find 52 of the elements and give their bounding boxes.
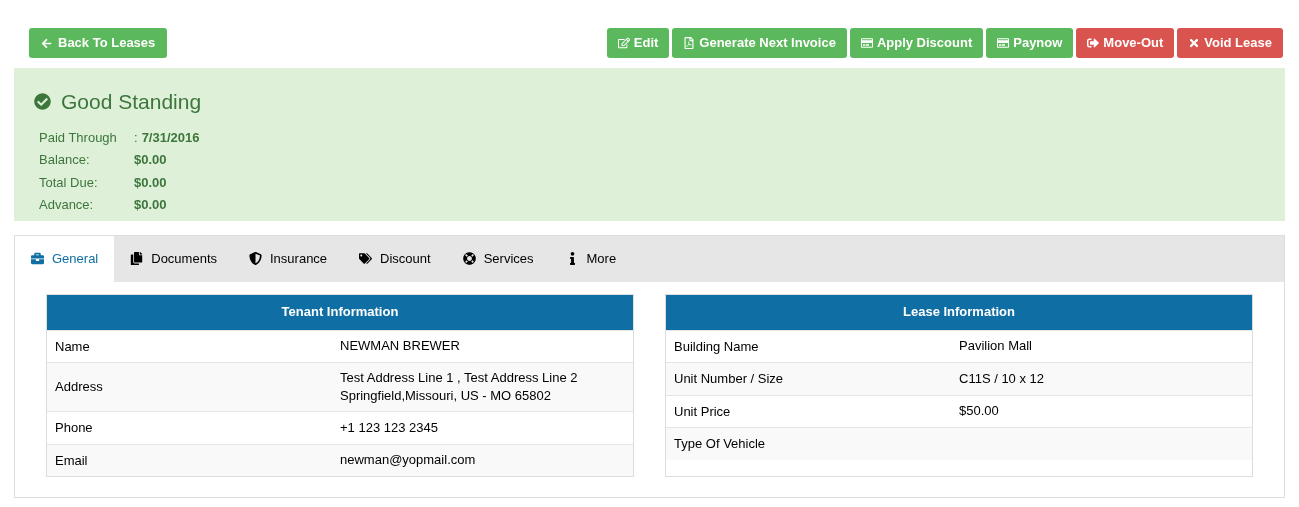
tab[interactable]: Discount xyxy=(343,235,447,282)
tags-icon xyxy=(359,252,373,265)
documents-icon xyxy=(130,252,144,265)
status-value: $0.00 xyxy=(134,173,167,192)
row-label: Type Of Vehicle xyxy=(674,435,767,453)
row-label: Email xyxy=(55,451,89,470)
tab[interactable]: General xyxy=(15,235,115,282)
status-label: Paid Through xyxy=(39,128,118,147)
status-value: $0.00 xyxy=(134,151,167,169)
status-title: Good Standing xyxy=(61,89,202,115)
tab[interactable]: More xyxy=(549,235,633,282)
action-button[interactable]: Generate Next Invoice xyxy=(672,28,847,58)
credit-card-icon xyxy=(860,37,873,49)
row-value: Pavilion Mall xyxy=(959,337,1033,356)
tab[interactable]: Documents xyxy=(114,235,233,282)
tab[interactable]: Insurance xyxy=(233,235,344,282)
row-value: +1 123 123 2345 xyxy=(340,418,439,437)
row-value: NEWMAN BREWER xyxy=(340,337,461,356)
row-label: Unit Price xyxy=(674,402,732,421)
shield-icon xyxy=(249,252,262,265)
life-ring-icon xyxy=(462,252,476,265)
close-icon xyxy=(1188,37,1201,49)
row-value: C11S / 10 x 12 xyxy=(959,369,1046,388)
row-label: Phone xyxy=(55,419,94,437)
separator: : xyxy=(134,128,138,147)
action-button[interactable]: Void Lease xyxy=(1177,28,1283,58)
row-value: $50.00 xyxy=(959,402,1000,421)
status-label: Total Due: xyxy=(39,173,99,192)
arrow-left-icon xyxy=(41,37,52,49)
briefcase-icon xyxy=(31,252,44,265)
row-label: Name xyxy=(55,337,91,356)
pdf-file-icon xyxy=(683,37,696,49)
tab[interactable]: Services xyxy=(446,235,550,282)
action-button[interactable]: Paynow xyxy=(986,28,1074,58)
credit-card-icon xyxy=(997,37,1010,49)
status-label: Advance: xyxy=(39,196,95,214)
row-label: Building Name xyxy=(674,337,760,356)
exit-icon xyxy=(1087,37,1100,49)
status-label: Balance: xyxy=(39,151,91,169)
status-value: 7/31/2016 xyxy=(141,128,200,147)
action-button[interactable]: Apply Discount xyxy=(849,28,984,58)
status-value: $0.00 xyxy=(134,196,167,214)
row-value: Test Address Line 1 , Test Address Line 2 Springfield,Missouri, US - MO 65802 xyxy=(340,369,579,405)
table-header: Tenant Information xyxy=(47,294,633,330)
action-button[interactable]: Move-Out xyxy=(1076,28,1175,58)
back-button[interactable]: Back To Leases xyxy=(29,28,168,58)
action-button[interactable]: Edit xyxy=(606,28,670,58)
row-label: Unit Number / Size xyxy=(674,370,785,388)
row-label: Address xyxy=(55,378,104,397)
edit-icon xyxy=(617,37,630,49)
table-header: Lease Information xyxy=(666,294,1252,330)
row-value: newman@yopmail.com xyxy=(340,451,477,470)
